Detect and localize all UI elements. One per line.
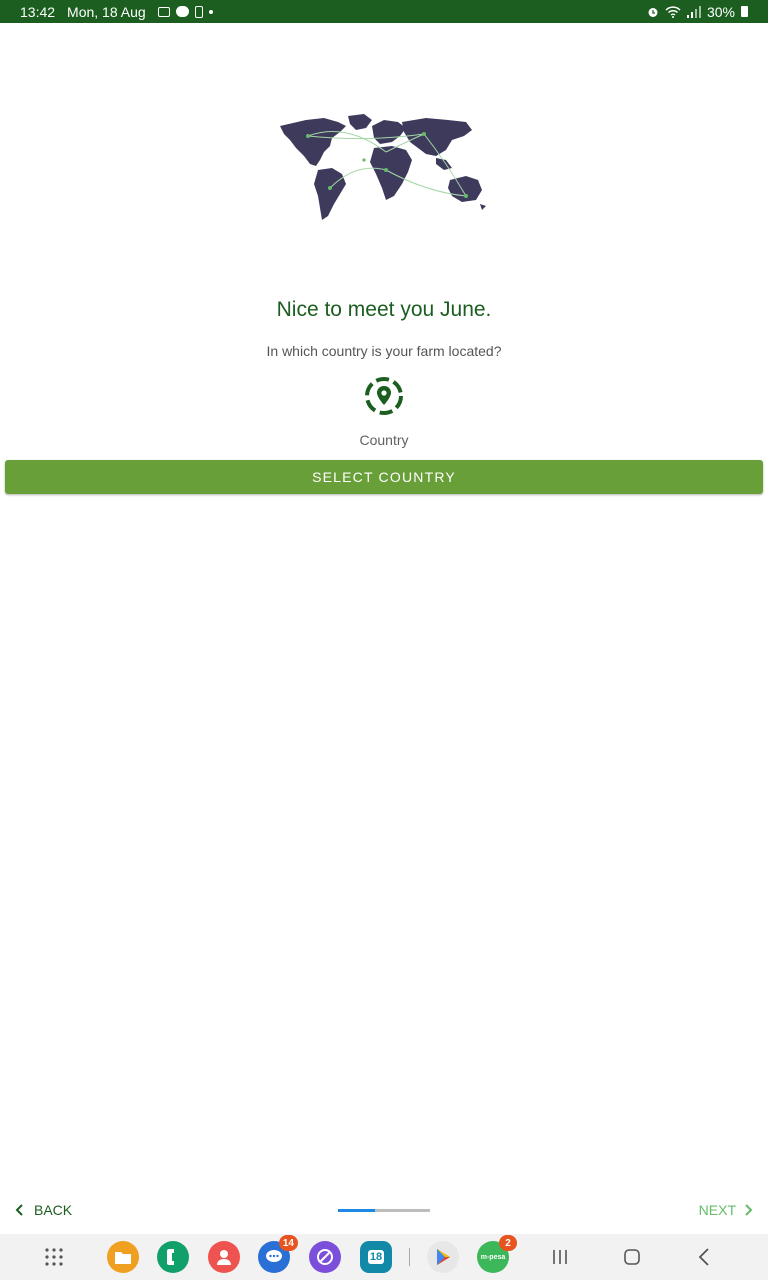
wifi-icon — [665, 5, 681, 18]
chat-icon — [175, 6, 189, 17]
step-progress — [338, 1209, 430, 1212]
next-label: NEXT — [698, 1202, 736, 1218]
country-label: Country — [359, 432, 409, 448]
chevron-left-icon — [15, 1204, 23, 1216]
dot-icon — [208, 9, 213, 14]
calendar-date: 18 — [367, 1250, 385, 1264]
chevron-right-icon — [745, 1204, 753, 1216]
files-icon[interactable] — [107, 1241, 139, 1273]
step-progress-fill — [338, 1209, 375, 1212]
phone-icon[interactable] — [157, 1241, 189, 1273]
browser-icon[interactable] — [309, 1241, 341, 1273]
back-button[interactable]: BACK — [14, 1202, 72, 1218]
battery-percent: 30% — [706, 3, 735, 20]
greeting-title: Nice to meet you June. — [276, 298, 492, 321]
country-question: In which country is your farm located? — [266, 343, 502, 359]
battery-icon — [741, 6, 748, 17]
mpesa-badge: 2 — [499, 1235, 517, 1251]
mpesa-icon[interactable]: m-pesa 2 — [477, 1235, 517, 1273]
signal-icon — [686, 5, 701, 18]
select-country-button[interactable]: SELECT COUNTRY — [5, 460, 763, 494]
system-nav-bar: 14 18 m-pesa 2 — [0, 1234, 768, 1280]
messages-icon[interactable]: 14 — [258, 1235, 298, 1273]
status-time: 13:42 — [20, 3, 56, 20]
location-pin-icon — [363, 375, 405, 417]
play-store-icon[interactable] — [427, 1241, 459, 1273]
next-button[interactable]: NEXT — [699, 1202, 754, 1218]
gallery-icon — [157, 6, 170, 17]
contacts-icon[interactable] — [208, 1241, 240, 1273]
world-map-icon — [276, 112, 492, 224]
messages-badge: 14 — [278, 1235, 298, 1251]
mpesa-label: m-pesa — [480, 1253, 506, 1261]
onboarding-nav: BACK NEXT — [0, 1196, 768, 1228]
back-nav-icon[interactable] — [689, 1241, 721, 1273]
status-date: Mon, 18 Aug — [67, 3, 146, 20]
back-label: BACK — [34, 1202, 73, 1218]
calendar-icon[interactable]: 18 — [360, 1241, 392, 1273]
recents-icon[interactable] — [544, 1241, 576, 1273]
status-bar: 13:42 Mon, 18 Aug 30% — [0, 0, 768, 23]
sim-icon — [194, 5, 203, 18]
alarm-icon — [648, 7, 658, 17]
dock-divider — [409, 1248, 410, 1266]
home-icon[interactable] — [616, 1241, 648, 1273]
app-drawer-icon[interactable] — [38, 1241, 70, 1273]
